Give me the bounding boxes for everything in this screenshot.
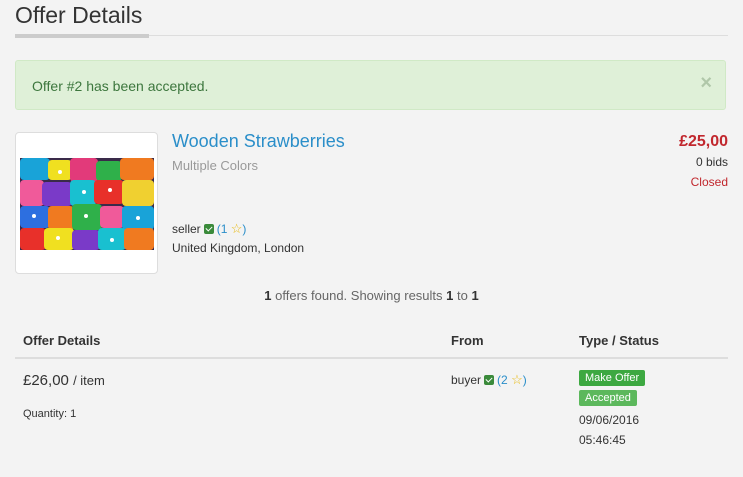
offer-date: 09/06/2016 xyxy=(579,413,640,427)
results-text-b: to xyxy=(453,288,472,303)
item-thumbnail[interactable] xyxy=(15,132,158,274)
seller-rating[interactable]: (1 ☆) xyxy=(217,221,247,237)
item-price: £25,00 xyxy=(679,133,728,150)
buyer-rating[interactable]: (2 ☆) xyxy=(497,372,527,388)
page-title: Offer Details xyxy=(15,2,143,28)
offer-amount: £26,00 / item xyxy=(23,372,105,389)
item-status: Closed xyxy=(690,175,728,189)
column-header-type-status: Type / Status xyxy=(579,333,659,348)
bids-count: 0 bids xyxy=(695,155,728,169)
seller-info: seller (1 ☆) xyxy=(172,221,246,237)
offer-details-page: Offer Details Offer #2 has been accepted… xyxy=(0,0,743,477)
offer-status-badge: Accepted xyxy=(579,390,637,406)
offer-time: 05:46:45 xyxy=(579,433,626,447)
item-title-link[interactable]: Wooden Strawberries xyxy=(172,131,345,152)
buyer-name[interactable]: buyer xyxy=(451,373,481,387)
rating-close-paren: ) xyxy=(522,373,527,387)
results-count: 1 xyxy=(264,288,272,303)
column-header-details: Offer Details xyxy=(23,333,101,348)
column-header-from: From xyxy=(451,333,484,348)
alert-message: Offer #2 has been accepted. xyxy=(32,78,209,94)
verified-check-icon xyxy=(203,224,214,234)
offer-type-badge: Make Offer xyxy=(579,370,646,386)
verified-check-icon xyxy=(484,375,495,385)
buyer-info: buyer (2 ☆) xyxy=(451,372,527,388)
rating-value: 1 xyxy=(220,222,228,236)
seller-location: United Kingdom, London xyxy=(172,241,305,255)
table-header-divider xyxy=(15,357,728,359)
item-subtitle: Multiple Colors xyxy=(172,158,258,173)
success-alert: Offer #2 has been accepted. × xyxy=(15,60,726,110)
results-text-a: offers found. Showing results xyxy=(271,288,447,303)
rating-value: 2 xyxy=(501,373,508,387)
offer-unit: / item xyxy=(73,373,105,388)
offer-price: £26,00 xyxy=(23,372,69,389)
close-icon[interactable]: × xyxy=(700,73,712,93)
results-summary: 1 offers found. Showing results 1 to 1 xyxy=(0,288,743,303)
title-underline xyxy=(15,34,149,38)
rating-close-paren: ) xyxy=(242,222,247,236)
offer-quantity: Quantity: 1 xyxy=(23,408,77,420)
seller-name[interactable]: seller xyxy=(172,222,201,236)
star-icon: ☆ xyxy=(511,372,523,387)
results-to: 1 xyxy=(471,288,479,303)
star-icon: ☆ xyxy=(230,221,243,236)
strawberries-image xyxy=(20,158,154,250)
